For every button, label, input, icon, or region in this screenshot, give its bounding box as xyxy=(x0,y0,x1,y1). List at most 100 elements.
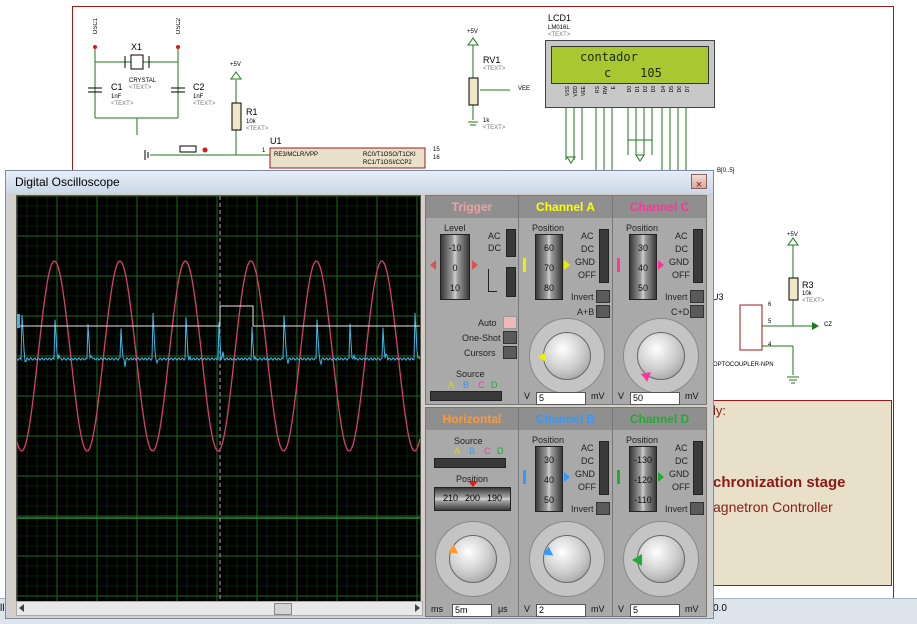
channel-a-position-drum[interactable]: 60 70 80 xyxy=(535,234,563,300)
r3-label: R3 xyxy=(802,280,814,290)
channel-a-coupling-switch[interactable] xyxy=(599,229,609,283)
channel-d-marker-icon xyxy=(658,472,664,482)
channel-b-unit-mv: mV xyxy=(591,604,605,614)
rv1-value: 1k xyxy=(483,118,490,124)
channel-b-position-drum[interactable]: 30 40 50 xyxy=(535,446,563,512)
close-button[interactable]: × xyxy=(691,174,707,191)
channel-c-position-drum[interactable]: 30 40 50 xyxy=(629,234,657,300)
channel-a-knob-arrow-icon xyxy=(538,352,546,362)
trigger-dc-label: DC xyxy=(488,243,501,253)
channel-a-volts-knob[interactable] xyxy=(543,332,591,380)
channel-b-coupling-switch[interactable] xyxy=(599,441,609,495)
c1-label: C1 xyxy=(111,82,123,92)
scroll-thumb[interactable] xyxy=(274,603,292,615)
channel-c-invert-button[interactable] xyxy=(690,290,704,303)
scroll-right-icon[interactable] xyxy=(415,604,420,612)
osc2-label: OSC2 xyxy=(176,18,182,35)
channel-b-ac-label: AC xyxy=(581,443,594,453)
trigger-level-label: Level xyxy=(444,223,466,233)
x1-label: X1 xyxy=(131,42,143,52)
c2-value: 1nF xyxy=(193,94,204,100)
horizontal-title: Horizontal xyxy=(426,408,518,430)
scope-screen[interactable] xyxy=(16,195,421,603)
channel-c-coupling-switch[interactable] xyxy=(693,229,703,283)
trigger-oneshot-label: One-Shot xyxy=(462,333,501,343)
trigger-source-label: Source xyxy=(456,369,485,379)
channel-d-invert-button[interactable] xyxy=(690,502,704,515)
channel-b-volts-field[interactable]: 2 xyxy=(536,604,586,617)
channel-d-off-label: OFF xyxy=(672,482,690,492)
lcd-pin-labels: VSS VDD VEE RS RW E D0 D1 D2 D3 D4 D5 D6 D7 xyxy=(565,86,711,104)
opto-pin4: 4 xyxy=(768,342,772,348)
channel-d-position-label: Position xyxy=(626,435,659,445)
close-icon: × xyxy=(695,179,703,191)
channel-d-position-drum[interactable]: -130 -120 -110 xyxy=(629,446,657,512)
trigger-cursors-button[interactable] xyxy=(503,346,517,359)
trigger-oneshot-button[interactable] xyxy=(503,331,517,344)
horizontal-time-field[interactable]: 5m xyxy=(452,604,492,617)
channel-d-volts-knob[interactable] xyxy=(637,535,685,583)
scope-traces xyxy=(17,196,420,602)
channel-a-dc-label: DC xyxy=(581,244,594,254)
channel-c-marker-icon xyxy=(658,260,664,270)
channel-a-title: Channel A xyxy=(519,196,612,218)
lcd-pin-label: E xyxy=(611,86,617,90)
screen-scrollbar[interactable] xyxy=(16,601,423,616)
trigger-coupling-switch[interactable] xyxy=(506,229,516,257)
channel-c-gnd-label: GND xyxy=(669,257,689,267)
horizontal-source-slider[interactable] xyxy=(434,458,506,468)
lcd-module[interactable]: contador c 105 VSS VDD VEE RS RW E D0 D1 D2 D3 D4 D… xyxy=(545,40,715,108)
channel-c-dc-label: DC xyxy=(675,244,688,254)
channel-b-invert-button[interactable] xyxy=(596,502,610,515)
channel-c-volts-field[interactable]: 50 xyxy=(630,392,680,405)
trigger-source-b: B xyxy=(463,380,470,390)
scroll-left-icon[interactable] xyxy=(19,604,24,612)
channel-d-knob-arrow-icon xyxy=(632,554,642,566)
lcd-pin-label: RS xyxy=(595,86,601,93)
channel-d-position-arrow-icon xyxy=(617,470,626,484)
trigger-auto-button[interactable] xyxy=(503,316,517,329)
channel-a-drum-bot: 80 xyxy=(543,283,554,293)
horizontal-position-drum[interactable]: 210 200 190 xyxy=(434,487,511,511)
u1-pin-rc0: RC0/T1OSO/T1CKI xyxy=(363,152,416,158)
channel-b-marker-icon xyxy=(564,472,570,482)
trigger-level-left-arrow-icon xyxy=(430,260,436,270)
opto-pin6: 6 xyxy=(768,302,772,308)
channel-a-volts-field[interactable]: 5 xyxy=(536,392,586,405)
channel-c-ac-label: AC xyxy=(675,231,688,241)
channel-d-dc-label: DC xyxy=(675,456,688,466)
trigger-rising-edge-icon xyxy=(488,269,497,292)
channel-d-ac-label: AC xyxy=(675,443,688,453)
channel-d-drum-mid: -120 xyxy=(633,475,652,485)
channel-a-aplusb-label: A+B xyxy=(577,307,595,317)
title-bar[interactable]: Digital Oscilloscope × xyxy=(6,171,713,193)
trigger-edge-switch[interactable] xyxy=(506,267,516,297)
lcd-pin-label: D5 xyxy=(669,86,675,93)
channel-b-position-label: Position xyxy=(532,435,565,445)
lcd-pin-label: D4 xyxy=(661,86,667,93)
channel-d-volts-field[interactable]: 5 xyxy=(630,604,680,617)
lcd-pin-label: RW xyxy=(603,86,609,95)
channel-d-coupling-switch[interactable] xyxy=(693,441,703,495)
trigger-source-slider[interactable] xyxy=(430,391,502,401)
bus-label: B[0..5] xyxy=(717,168,735,174)
crystal-label: CRYSTAL xyxy=(129,78,157,84)
channel-b-drum-top: 30 xyxy=(543,455,554,465)
oscilloscope-window[interactable]: Digital Oscilloscope × Trigger Level -10… xyxy=(5,170,714,619)
u1-pin1-num: 1 xyxy=(262,148,266,154)
channel-c-cplusd-button[interactable] xyxy=(690,305,704,318)
horizontal-position-marker-icon xyxy=(468,481,478,487)
channel-a-aplusb-button[interactable] xyxy=(596,305,610,318)
channel-a-position-arrow-icon xyxy=(523,258,532,272)
trigger-level-drum[interactable]: -10 0 10 xyxy=(440,234,470,300)
channel-a-invert-button[interactable] xyxy=(596,290,610,303)
lcd-pin-label: D7 xyxy=(685,86,691,93)
horizontal-time-knob[interactable] xyxy=(449,535,497,583)
status-left: ll xyxy=(0,603,5,614)
status-value: 0.0 xyxy=(713,603,727,614)
trigger-ac-label: AC xyxy=(488,231,501,241)
rv1-label: RV1 xyxy=(483,55,501,65)
channel-b-title: Channel B xyxy=(519,408,612,430)
horizontal-unit-us: μs xyxy=(498,604,508,614)
channel-c-cplusd-label: C+D xyxy=(671,307,690,317)
